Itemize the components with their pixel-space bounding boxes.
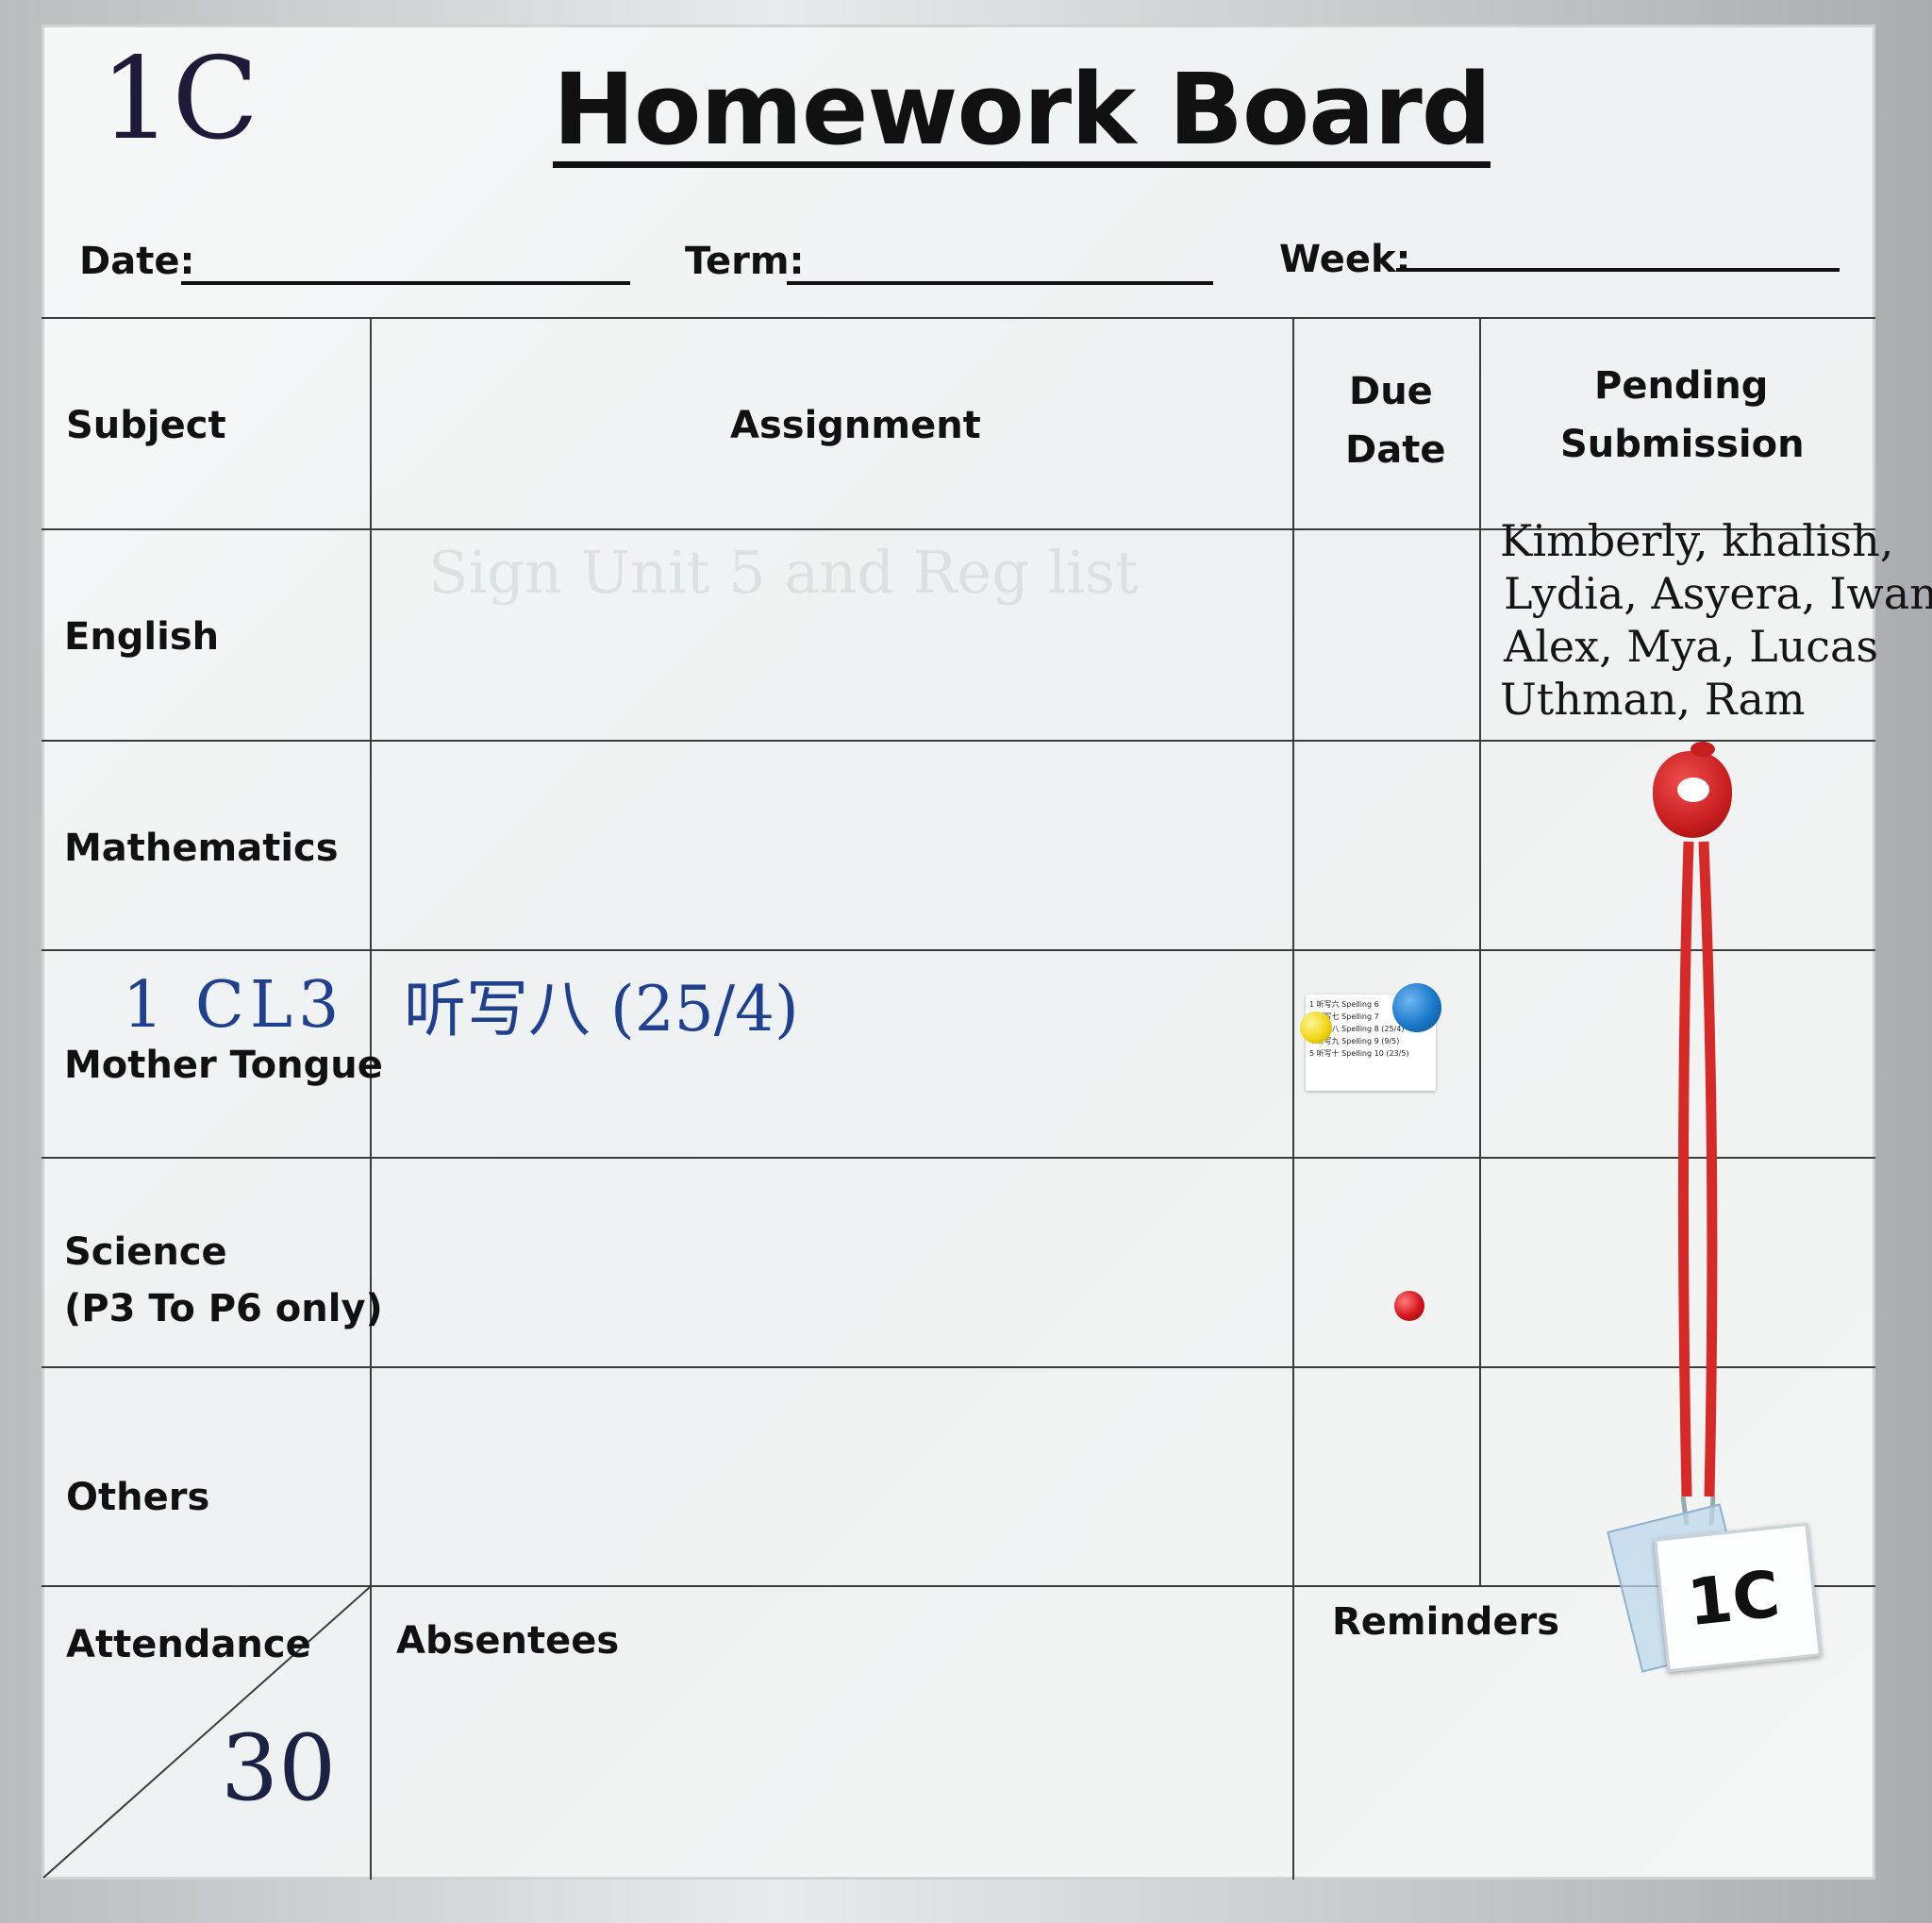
board-title: Homework Board [553,52,1491,169]
grid-line [42,949,1875,951]
subject-science-2: (P3 To P6 only) [64,1287,383,1330]
pending-english-2: Lydia, Asyera, Iwan [1504,568,1932,619]
subject-mathematics: Mathematics [64,827,339,870]
col-due-2: Date [1345,428,1446,472]
english-erased-assignment: Sign Unit 5 and Reg list [428,538,1139,607]
grid-line [42,1366,1875,1368]
red-magnet[interactable] [1394,1291,1424,1321]
whiteboard: 1C Homework Board Date: Term: Week: Subj… [42,25,1932,1880]
col-due-1: Due [1349,370,1433,413]
grid-line [42,317,1875,319]
grid-line [42,1157,1875,1159]
badge-card[interactable]: 1C [1654,1522,1822,1673]
absentees-label: Absentees [396,1619,620,1663]
term-underline [787,281,1213,285]
subject-science-1: Science [64,1230,227,1274]
grid-line [1292,317,1294,1880]
week-label: Week: [1279,238,1411,281]
subject-others: Others [66,1476,210,1519]
grid-line [1479,317,1481,1585]
mt-class-code: 1 CL3 [123,968,345,1043]
reminders-label: Reminders [1332,1600,1560,1644]
col-assignment: Assignment [730,404,981,447]
term-label: Term: [685,240,805,283]
apple-leaf [1690,742,1715,757]
pending-english-4: Uthman, Ram [1500,674,1806,725]
class-tag: 1C [100,34,259,165]
lanyard [1677,841,1718,1526]
hello-kitty-icon [1677,778,1709,802]
week-underline [1396,268,1840,272]
subject-english: English [64,615,220,659]
badge-card-label: 1C [1684,1557,1784,1642]
col-pending-1: Pending [1594,364,1769,408]
pending-english-3: Alex, Mya, Lucas [1504,621,1879,672]
date-underline [181,281,630,285]
mt-assignment: 听写八 (25/4) [404,973,799,1045]
pending-english-1: Kimberly, khalish, [1500,515,1894,566]
yellow-magnet[interactable] [1300,1012,1332,1044]
col-pending-2: Submission [1560,423,1805,466]
note-line: 5 听写十 Spelling 10 (23/5) [1309,1049,1409,1058]
subject-mother-tongue: Mother Tongue [64,1044,383,1087]
apple-magnet[interactable] [1653,742,1732,838]
blue-magnet[interactable] [1392,983,1441,1032]
attendance-label: Attendance [66,1623,311,1666]
col-subject: Subject [66,404,226,447]
date-label: Date: [79,240,195,283]
grid-line [42,740,1875,742]
attendance-count: 30 [221,1715,337,1821]
